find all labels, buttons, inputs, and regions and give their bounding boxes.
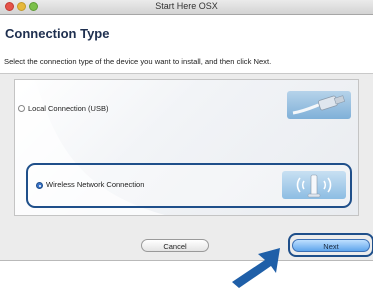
- title-bar: Start Here OSX: [0, 0, 373, 15]
- option-local-usb[interactable]: Local Connection (USB): [18, 86, 355, 130]
- option-local-usb-label: Local Connection (USB): [28, 104, 109, 113]
- radio-local-usb[interactable]: [18, 105, 25, 112]
- usb-cable-icon: [287, 91, 351, 119]
- installer-window: Start Here OSX Connection Type Select th…: [0, 0, 373, 261]
- radio-wireless[interactable]: [36, 182, 43, 189]
- pointer-arrow-icon: [232, 248, 280, 288]
- cancel-button[interactable]: Cancel: [141, 239, 209, 252]
- page-header: Connection Type Select the connection ty…: [0, 15, 373, 74]
- option-wireless[interactable]: Wireless Network Connection: [26, 163, 352, 208]
- option-wireless-label: Wireless Network Connection: [46, 180, 145, 189]
- wireless-router-icon: [282, 171, 346, 199]
- usb-cable-svg: [292, 95, 346, 115]
- window-title: Start Here OSX: [155, 1, 218, 11]
- instruction-text: Select the connection type of the device…: [4, 57, 272, 66]
- wireless-router-svg: [296, 174, 332, 198]
- page-title: Connection Type: [5, 26, 110, 41]
- next-button[interactable]: Next: [292, 239, 370, 252]
